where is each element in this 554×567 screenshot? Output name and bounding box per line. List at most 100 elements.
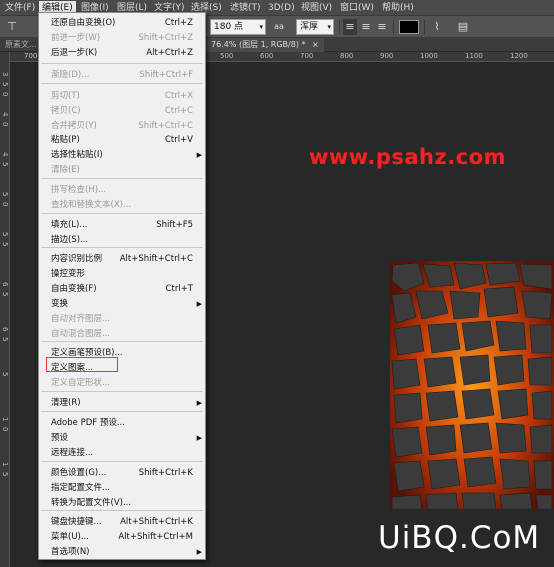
submenu-arrow-icon: ▶ xyxy=(196,399,202,407)
ruler-tick-label: 4 xyxy=(1,112,9,117)
text-tool-icon[interactable]: ⊤ xyxy=(6,19,18,35)
menu-item-copy-merged[interactable]: 合并拷贝(Y) Shift+Ctrl+C xyxy=(39,119,205,133)
menu-item-label: Adobe PDF 预设... xyxy=(51,418,125,428)
menu-item-step-forward[interactable]: 前进一步(W) Shift+Ctrl+Z xyxy=(39,31,205,45)
ruler-tick-label: 500 xyxy=(220,52,234,60)
menu-item-transform[interactable]: 变换 ▶ xyxy=(39,297,205,311)
vertical-ruler: 3 5 0 4 0 4 5 5 0 5 5 6 5 6 5 5 1 0 1 5 xyxy=(0,52,10,567)
ruler-tick-label: 6 xyxy=(1,282,9,287)
menu-item-auto-blend-layers[interactable]: 自动混合图层... xyxy=(39,327,205,341)
ruler-tick-label: 6 xyxy=(1,327,9,332)
menu-item-cut[interactable]: 剪切(T) Ctrl+X xyxy=(39,89,205,103)
menu-separator xyxy=(41,461,203,462)
ruler-tick-label: 3 xyxy=(1,72,9,77)
menu-item-presets[interactable]: 预设 ▶ xyxy=(39,431,205,445)
menu-item-label: 剪切(T) xyxy=(51,91,80,101)
menu-filter[interactable]: 滤镜(T) xyxy=(227,1,264,15)
menu-item-label: 菜单(U)... xyxy=(51,532,89,542)
menu-item-label: 内容识别比例 xyxy=(51,254,103,264)
menu-item-label: 粘贴(P) xyxy=(51,135,80,145)
ruler-tick-label: 5 xyxy=(1,337,9,342)
tab-title: 76.4% (图层 1, RGB/8) * xyxy=(211,40,306,49)
menu-item-label: 自动混合图层... xyxy=(51,329,111,339)
anti-alias-icon: aa xyxy=(274,22,284,31)
menu-item-find-replace-text[interactable]: 查找和替换文本(X)... xyxy=(39,198,205,212)
menu-item-puppet-warp[interactable]: 操控变形 xyxy=(39,267,205,281)
menu-separator xyxy=(41,178,203,179)
menu-separator xyxy=(41,411,203,412)
ruler-tick-label: 900 xyxy=(380,52,394,60)
ruler-tick-label: 0 xyxy=(1,202,9,207)
tab-document-1[interactable]: 原素文... xyxy=(0,38,42,52)
text-color-swatch[interactable] xyxy=(399,20,419,34)
menu-item-clear[interactable]: 清除(E) xyxy=(39,163,205,177)
ruler-tick-label: 800 xyxy=(340,52,354,60)
menu-item-label: 指定配置文件... xyxy=(51,483,111,493)
menu-window[interactable]: 窗口(W) xyxy=(337,1,377,15)
ruler-tick-label: 5 xyxy=(1,292,9,297)
ruler-tick-label: 1 xyxy=(1,462,9,467)
menu-item-label: 拷贝(C) xyxy=(51,106,81,116)
menu-item-label: 清理(R) xyxy=(51,398,81,408)
align-right-icon[interactable]: ≡ xyxy=(375,19,389,35)
warp-text-icon[interactable]: ⌇ xyxy=(430,19,444,35)
separator xyxy=(339,20,340,34)
lava-texture-image xyxy=(390,261,554,509)
ruler-tick-label: 5 xyxy=(1,242,9,247)
menu-item-content-aware-scale[interactable]: 内容识别比例 Alt+Shift+Ctrl+C xyxy=(39,252,205,266)
menu-item-shortcut: Shift+Ctrl+K xyxy=(138,468,193,478)
separator xyxy=(424,20,425,34)
menu-file[interactable]: 文件(F) xyxy=(2,1,38,15)
menu-item-check-spelling[interactable]: 拼写检查(H)... xyxy=(39,183,205,197)
ruler-tick-label: 4 xyxy=(1,152,9,157)
menu-item-define-custom-shape[interactable]: 定义自定形状... xyxy=(39,376,205,390)
watermark-text-bottom: UiBQ.CoM xyxy=(378,520,541,556)
menu-item-keyboard-shortcuts[interactable]: 键盘快捷键... Alt+Shift+Ctrl+K xyxy=(39,515,205,529)
align-left-icon[interactable]: ≡ xyxy=(343,19,357,35)
menu-item-purge[interactable]: 清理(R) ▶ xyxy=(39,396,205,410)
menu-item-stroke[interactable]: 描边(S)... xyxy=(39,233,205,247)
menu-item-remote-connections[interactable]: 远程连接... xyxy=(39,446,205,460)
menu-item-fade[interactable]: 渐隐(D)... Shift+Ctrl+F xyxy=(39,68,205,82)
menu-separator xyxy=(41,510,203,511)
menu-item-shortcut: Ctrl+X xyxy=(164,91,193,101)
align-center-icon[interactable]: ≡ xyxy=(359,19,373,35)
menu-view[interactable]: 视图(V) xyxy=(298,1,335,15)
menu-item-step-backward[interactable]: 后退一步(K) Alt+Ctrl+Z xyxy=(39,46,205,60)
menu-item-paste-special[interactable]: 选择性粘贴(I) ▶ xyxy=(39,148,205,162)
panels-icon[interactable]: ▤ xyxy=(456,19,470,35)
menu-item-label: 清除(E) xyxy=(51,165,81,175)
ruler-tick-label: 700 xyxy=(300,52,314,60)
menu-item-paste[interactable]: 粘贴(P) Ctrl+V xyxy=(39,133,205,147)
menu-item-copy[interactable]: 拷贝(C) Ctrl+C xyxy=(39,104,205,118)
menu-item-shortcut: Alt+Shift+Ctrl+M xyxy=(118,532,193,542)
menu-3d[interactable]: 3D(D) xyxy=(265,1,298,15)
menu-item-adobe-pdf-presets[interactable]: Adobe PDF 预设... xyxy=(39,416,205,430)
ruler-tick-label: 5 xyxy=(1,372,9,377)
menu-help[interactable]: 帮助(H) xyxy=(379,1,417,15)
menu-item-auto-align-layers[interactable]: 自动对齐图层... xyxy=(39,312,205,326)
menu-item-menus[interactable]: 菜单(U)... Alt+Shift+Ctrl+M xyxy=(39,530,205,544)
menu-item-undo[interactable]: 还原自由变换(O) Ctrl+Z xyxy=(39,16,205,30)
font-size-field[interactable]: 180 点 ▾ xyxy=(210,19,266,35)
menu-item-label: 还原自由变换(O) xyxy=(51,18,116,28)
menu-item-color-settings[interactable]: 颜色设置(G)... Shift+Ctrl+K xyxy=(39,466,205,480)
menu-separator xyxy=(41,213,203,214)
menu-item-preferences[interactable]: 首选项(N) ▶ xyxy=(39,545,205,559)
tab-document-active[interactable]: 76.4% (图层 1, RGB/8) * × xyxy=(206,38,324,52)
menu-item-shortcut: Ctrl+C xyxy=(164,106,193,116)
menu-item-label: 自动对齐图层... xyxy=(51,314,111,324)
menu-item-assign-profile[interactable]: 指定配置文件... xyxy=(39,481,205,495)
close-icon[interactable]: × xyxy=(312,40,319,49)
anti-alias-select[interactable]: 浑厚 ▾ xyxy=(296,19,334,35)
menu-item-label: 键盘快捷键... xyxy=(51,517,102,527)
submenu-arrow-icon: ▶ xyxy=(196,300,202,308)
menu-item-free-transform[interactable]: 自由变换(F) Ctrl+T xyxy=(39,282,205,296)
menu-item-convert-to-profile[interactable]: 转换为配置文件(V)... xyxy=(39,496,205,510)
ruler-tick-label: 600 xyxy=(260,52,274,60)
menu-separator xyxy=(41,63,203,64)
menu-item-label: 后退一步(K) xyxy=(51,48,98,58)
ruler-tick-label: 5 xyxy=(1,472,9,477)
ruler-tick-label: 5 xyxy=(1,192,9,197)
menu-item-fill[interactable]: 填充(L)... Shift+F5 xyxy=(39,218,205,232)
